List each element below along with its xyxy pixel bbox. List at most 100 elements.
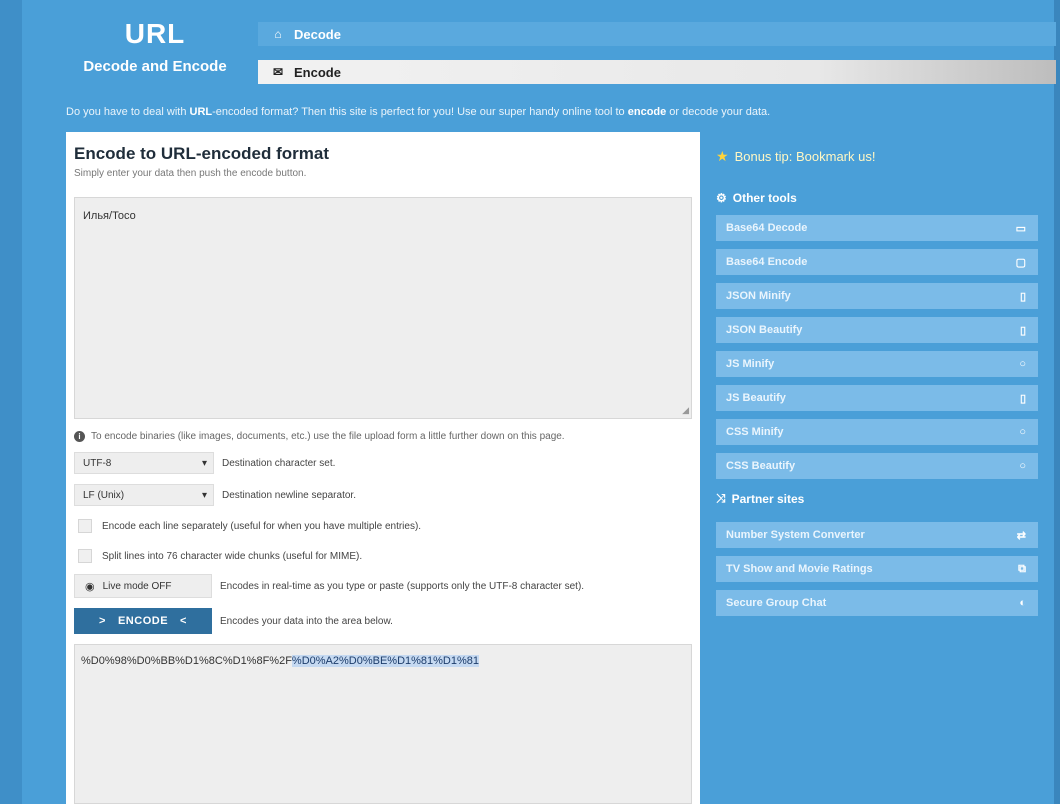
shuffle-icon: ⤨ — [716, 491, 726, 505]
half-circle-icon: ◐ — [1019, 597, 1026, 609]
partner-sites-heading: ⤨ Partner sites — [716, 491, 1038, 506]
encode-desc: Encodes your data into the area below. — [220, 615, 393, 627]
each-line-checkbox[interactable] — [78, 519, 92, 533]
other-tools-list: Base64 Decode ▭ Base64 Encode ▢ JSON Minif… — [716, 215, 1038, 479]
star-icon: ★ — [716, 148, 729, 164]
circle-icon: ○ — [1019, 426, 1026, 438]
tool-base64-encode[interactable]: Base64 Encode ▢ — [716, 249, 1038, 275]
tool-css-beautify[interactable]: CSS Beautify ○ — [716, 453, 1038, 479]
tool-label: JSON Beautify — [726, 324, 803, 336]
newline-label: Destination newline separator. — [222, 489, 356, 501]
chevron-down-icon: ▾ — [201, 489, 207, 501]
file-icon: ▯ — [1019, 290, 1026, 303]
newline-select[interactable]: LF (Unix) ▾ — [74, 484, 214, 506]
box-icon: ▢ — [1015, 256, 1026, 269]
mail-icon: ✉ — [272, 65, 284, 79]
split-lines-option: Split lines into 76 character wide chunk… — [74, 546, 692, 566]
encode-button-label: ENCODE — [117, 615, 169, 627]
tool-label: Base64 Decode — [726, 222, 808, 234]
file-icon: ▯ — [1019, 324, 1026, 337]
page-title: Encode to URL-encoded format — [74, 144, 330, 163]
output-selected: %D0%A2%D0%BE%D1%81%D1%81 — [291, 655, 480, 667]
home-icon: ⌂ — [274, 27, 282, 41]
binary-info-text: To encode binaries (like images, documen… — [91, 431, 565, 442]
newline-row: LF (Unix) ▾ Destination newline separato… — [74, 484, 692, 506]
tool-label: JS Minify — [726, 358, 775, 370]
tool-base64-decode[interactable]: Base64 Decode ▭ — [716, 215, 1038, 241]
site-logo[interactable]: URL Decode and Encode — [60, 18, 250, 75]
partner-number-converter[interactable]: Number System Converter ⇄ — [716, 522, 1038, 548]
charset-value: UTF-8 — [83, 457, 112, 469]
chevron-left-icon: < — [180, 615, 187, 627]
input-textarea[interactable]: Илья/Тосо ◢ — [74, 197, 692, 419]
chart-icon: ⧉ — [1018, 562, 1026, 575]
chevron-right-icon: > — [99, 615, 106, 627]
other-tools-title: Other tools — [732, 191, 797, 205]
intro-url-bold: URL — [189, 106, 213, 118]
live-mode-row: ◉ Live mode OFF Encodes in real-time as … — [74, 574, 692, 598]
tab-encode[interactable]: ✉ Encode — [258, 60, 1056, 84]
info-icon: i — [74, 431, 85, 442]
newline-value: LF (Unix) — [83, 489, 125, 501]
tool-label: CSS Beautify — [726, 460, 796, 472]
intro-encode-bold: encode — [627, 106, 667, 118]
partner-label: TV Show and Movie Ratings — [726, 563, 873, 575]
tab-decode[interactable]: ⌂ Decode — [258, 22, 1056, 46]
resize-grip-icon[interactable]: ◢ — [682, 405, 689, 416]
tool-css-minify[interactable]: CSS Minify ○ — [716, 419, 1038, 445]
left-background-strip — [0, 0, 22, 804]
partner-group-chat[interactable]: Secure Group Chat ◐ — [716, 590, 1038, 616]
tool-label: JSON Minify — [726, 290, 791, 302]
logo-title: URL — [124, 18, 186, 49]
tab-decode-label: Decode — [294, 26, 341, 42]
bookmark-tip: ★ Bonus tip: Bookmark us! — [716, 148, 1038, 165]
partner-label: Secure Group Chat — [726, 597, 827, 609]
charset-label: Destination character set. — [222, 457, 336, 469]
tool-label: CSS Minify — [726, 426, 784, 438]
encode-panel: Encode to URL-encoded format Simply ente… — [66, 132, 700, 804]
tool-js-beautify[interactable]: JS Beautify ▯ — [716, 385, 1038, 411]
partner-sites-list: Number System Converter ⇄ TV Show and Mov… — [716, 522, 1038, 616]
folder-icon: ▭ — [1015, 222, 1026, 235]
tool-label: Base64 Encode — [726, 256, 808, 268]
partner-title: Partner sites — [731, 491, 805, 506]
sidebar: ★ Bonus tip: Bookmark us! ⚙ Other tools … — [716, 132, 1038, 624]
live-mode-label: Live mode OFF — [102, 580, 172, 592]
eye-icon: ◉ — [85, 580, 95, 593]
live-mode-toggle[interactable]: ◉ Live mode OFF — [74, 574, 212, 598]
file-icon: ▯ — [1019, 392, 1026, 405]
live-mode-desc: Encodes in real-time as you type or past… — [220, 580, 585, 592]
tool-js-minify[interactable]: JS Minify ○ — [716, 351, 1038, 377]
tab-encode-label: Encode — [294, 64, 341, 80]
each-line-option: Encode each line separately (useful for … — [74, 516, 692, 536]
intro-suffix: or decode your data. — [666, 106, 771, 118]
charset-select[interactable]: UTF-8 ▾ — [74, 452, 214, 474]
output-textarea[interactable]: %D0%98%D0%BB%D1%8C%D1%8F%2F%D0%A2%D0%BE%… — [74, 644, 692, 804]
logo-subtitle: Decode and Encode — [83, 58, 227, 75]
gear-icon: ⚙ — [716, 191, 727, 205]
page-subtitle: Simply enter your data then push the enc… — [74, 168, 307, 179]
tool-label: JS Beautify — [726, 392, 786, 404]
circle-icon: ○ — [1019, 358, 1026, 370]
intro-text: Do you have to deal with URL-encoded for… — [66, 106, 1056, 118]
tip-text: Bonus tip: Bookmark us! — [734, 149, 876, 164]
intro-prefix: Do you have to deal with — [66, 106, 190, 118]
tool-json-minify[interactable]: JSON Minify ▯ — [716, 283, 1038, 309]
encode-button[interactable]: > ENCODE < — [74, 608, 212, 634]
binary-info: i To encode binaries (like images, docum… — [74, 431, 692, 442]
each-line-label: Encode each line separately (useful for … — [102, 520, 422, 532]
circle-icon: ○ — [1019, 460, 1026, 472]
swap-icon: ⇄ — [1016, 529, 1026, 542]
tool-json-beautify[interactable]: JSON Beautify ▯ — [716, 317, 1038, 343]
partner-label: Number System Converter — [726, 529, 865, 541]
chevron-down-icon: ▾ — [201, 457, 207, 469]
charset-row: UTF-8 ▾ Destination character set. — [74, 452, 692, 474]
other-tools-heading: ⚙ Other tools — [716, 191, 1038, 205]
output-plain: %D0%98%D0%BB%D1%8C%D1%8F%2F — [81, 655, 292, 667]
split-lines-label: Split lines into 76 character wide chunk… — [102, 550, 363, 562]
input-value: Илья/Тосо — [83, 210, 136, 222]
partner-tv-ratings[interactable]: TV Show and Movie Ratings ⧉ — [716, 556, 1038, 582]
split-lines-checkbox[interactable] — [78, 549, 92, 563]
encode-row: > ENCODE < Encodes your data into the ar… — [74, 608, 692, 634]
right-scrollbar[interactable] — [1054, 0, 1060, 804]
